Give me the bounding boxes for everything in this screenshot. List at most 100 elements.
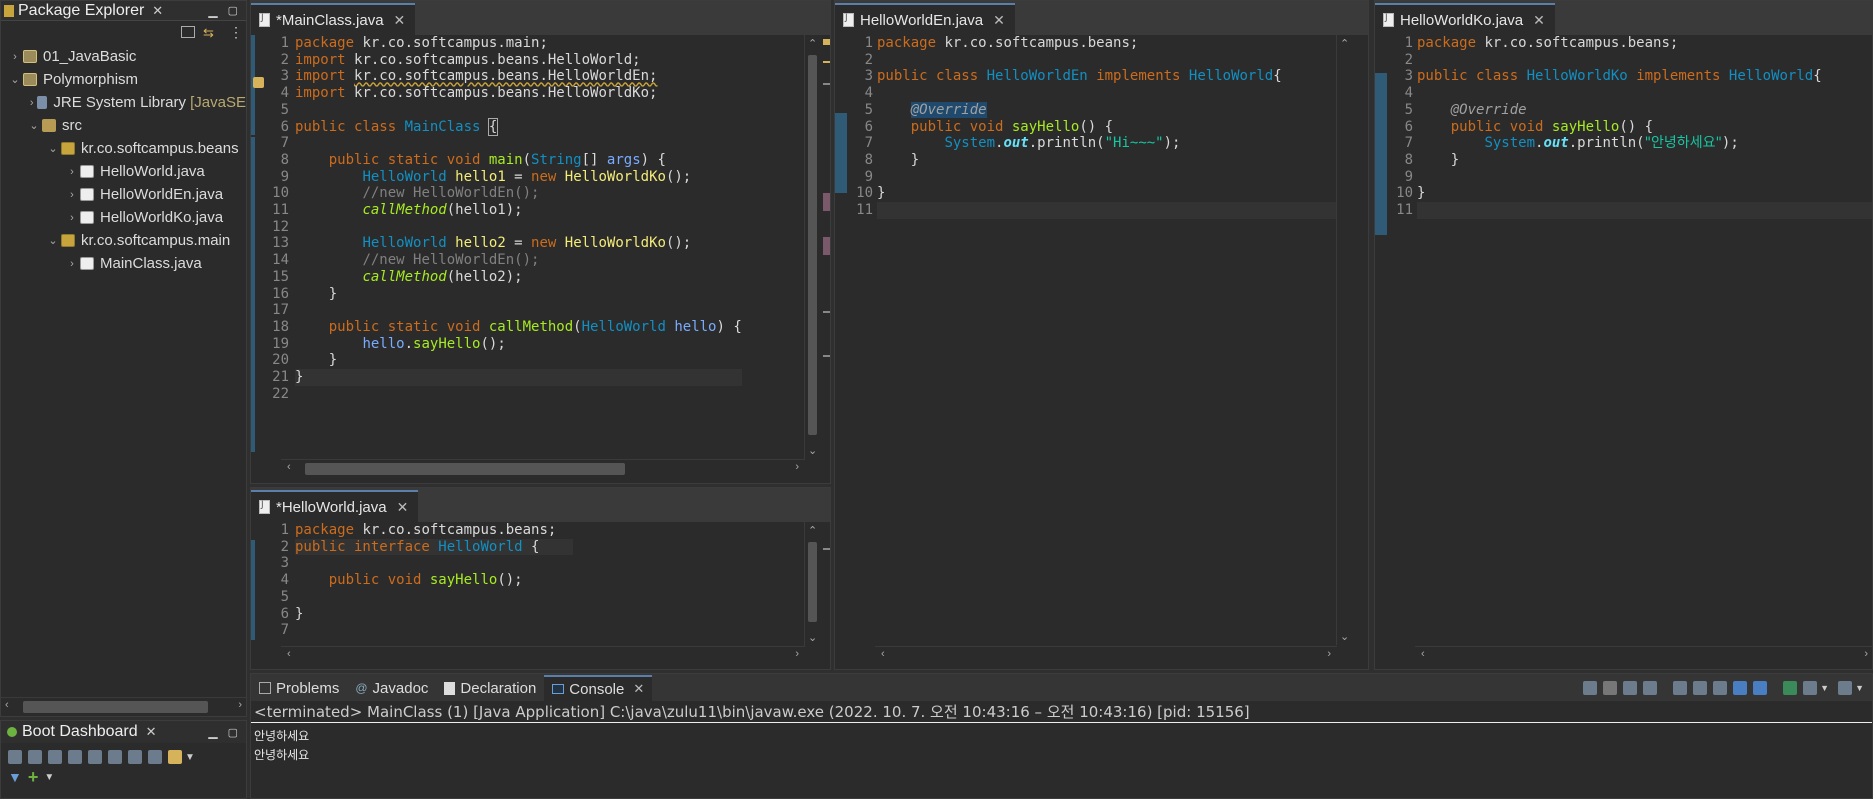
show-stderr-icon[interactable] [1753, 681, 1768, 695]
scroll-left-icon[interactable]: ‹ [5, 699, 9, 711]
scroll-right-icon[interactable]: › [1864, 648, 1868, 660]
tab-javadoc[interactable]: @ Javadoc [347, 675, 436, 701]
debug-icon[interactable] [68, 750, 82, 764]
chevron-down-icon[interactable]: ⌄ [45, 234, 61, 247]
tab-helloworlden[interactable]: HelloWorldEn.java ✕ [835, 3, 1015, 35]
tree-item-file[interactable]: › HelloWorldEn.java [1, 183, 246, 206]
scroll-right-icon[interactable]: › [795, 648, 799, 660]
code-area[interactable]: package kr.co.softcampus.main; import kr.… [295, 35, 742, 386]
editor-vscrollbar[interactable]: ⌃ ⌄ [1336, 35, 1352, 645]
view-menu-icon[interactable]: ⋮ [229, 24, 243, 41]
scroll-right-icon[interactable]: › [238, 699, 242, 711]
minimize-icon[interactable]: ▁ [208, 4, 217, 18]
console-icon[interactable] [88, 750, 102, 764]
dropdown-icon[interactable]: ▼ [1820, 683, 1829, 693]
restart-icon[interactable] [28, 750, 42, 764]
refresh-icon[interactable] [108, 750, 122, 764]
open-console-icon[interactable] [1803, 681, 1818, 695]
minimize-icon[interactable]: ▁ [208, 725, 217, 739]
chevron-right-icon[interactable]: › [64, 212, 80, 224]
close-icon[interactable]: ✕ [1533, 12, 1545, 29]
tab-mainclass[interactable]: *MainClass.java ✕ [251, 3, 416, 35]
explorer-hscrollbar[interactable]: ‹ › [1, 697, 246, 715]
code-area[interactable]: package kr.co.softcampus.beans; public in… [295, 522, 574, 622]
lightbulb-icon[interactable] [168, 750, 182, 764]
editor-hscrollbar[interactable]: ‹ › [281, 646, 805, 664]
close-icon[interactable]: ✕ [152, 3, 163, 19]
dropdown-icon[interactable]: ▼ [44, 772, 54, 783]
scroll-thumb[interactable] [808, 55, 817, 435]
close-icon[interactable]: ✕ [394, 12, 406, 29]
word-wrap-icon[interactable] [1713, 681, 1728, 695]
tree-item-project[interactable]: › 01_JavaBasic [1, 45, 246, 68]
pin-icon[interactable] [1583, 681, 1598, 695]
editor-hscrollbar[interactable]: ‹ › [875, 646, 1337, 664]
editor-vscrollbar[interactable]: ⌃ ⌄ [804, 35, 820, 459]
scroll-down-icon[interactable]: ⌄ [808, 631, 817, 644]
maximize-icon[interactable]: ▢ [228, 726, 238, 739]
chevron-down-icon[interactable]: ⌄ [45, 142, 61, 155]
chevron-down-icon[interactable]: ⌄ [7, 73, 23, 86]
scroll-down-icon[interactable]: ⌄ [1340, 630, 1349, 643]
scroll-right-icon[interactable]: › [795, 461, 799, 473]
tab-helloworld[interactable]: *HelloWorld.java ✕ [251, 490, 419, 522]
editor-vscrollbar[interactable]: ⌃ ⌄ [804, 522, 820, 646]
scroll-left-icon[interactable]: ‹ [881, 648, 885, 660]
scroll-thumb[interactable] [808, 542, 817, 622]
scroll-lock-icon[interactable] [1693, 681, 1708, 695]
collapse-all-icon[interactable] [181, 26, 195, 38]
start-icon[interactable] [8, 750, 22, 764]
editor-hscrollbar[interactable]: ‹ › [281, 459, 805, 477]
scroll-left-icon[interactable]: ‹ [1421, 648, 1425, 660]
close-icon[interactable]: ✕ [397, 499, 409, 516]
dropdown-icon[interactable]: ▼ [185, 752, 195, 763]
overview-ruler[interactable] [821, 35, 830, 452]
scroll-left-icon[interactable]: ‹ [287, 648, 291, 660]
chevron-right-icon[interactable]: › [26, 97, 37, 109]
terminate-icon[interactable] [1603, 681, 1618, 695]
tab-problems[interactable]: Problems [251, 675, 347, 701]
remove-launch-icon[interactable] [1623, 681, 1638, 695]
code-area[interactable]: package kr.co.softcampus.beans; public c… [1417, 35, 1872, 219]
tree-item-src[interactable]: ⌄ src [1, 114, 246, 137]
chevron-down-icon[interactable]: ⌄ [26, 119, 42, 132]
edit-icon[interactable] [128, 750, 142, 764]
add-icon[interactable]: + [28, 767, 39, 788]
remove-all-icon[interactable] [1643, 681, 1658, 695]
chevron-right-icon[interactable]: › [64, 189, 80, 201]
console-output[interactable]: 안녕하세요 안녕하세요 [251, 723, 1872, 769]
explorer-title[interactable]: Package Explorer [18, 2, 144, 20]
tree-item-package[interactable]: ⌄ kr.co.softcampus.main [1, 229, 246, 252]
scroll-up-icon[interactable]: ⌃ [808, 524, 817, 537]
new-console-icon[interactable] [1838, 681, 1853, 695]
tree-item-file[interactable]: › HelloWorldKo.java [1, 206, 246, 229]
tree-item-file[interactable]: › HelloWorld.java [1, 160, 246, 183]
code-area[interactable]: package kr.co.softcampus.beans; public c… [877, 35, 1347, 219]
clear-console-icon[interactable] [1673, 681, 1688, 695]
tab-console[interactable]: Console ✕ [544, 675, 653, 701]
link-editor-icon[interactable]: ⇆ [203, 25, 214, 41]
scroll-down-icon[interactable]: ⌄ [808, 444, 817, 457]
scroll-thumb[interactable] [23, 701, 208, 713]
dropdown-icon[interactable]: ▼ [1855, 683, 1864, 693]
show-stdout-icon[interactable] [1733, 681, 1748, 695]
close-icon[interactable]: ✕ [633, 681, 644, 697]
scroll-up-icon[interactable]: ⌃ [808, 37, 817, 50]
tree-item-project[interactable]: ⌄ Polymorphism [1, 68, 246, 91]
scroll-right-icon[interactable]: › [1327, 648, 1331, 660]
stop-icon[interactable] [48, 750, 62, 764]
scroll-up-icon[interactable]: ⌃ [1340, 37, 1349, 50]
chevron-right-icon[interactable]: › [7, 51, 23, 63]
browser-icon[interactable] [148, 750, 162, 764]
chevron-right-icon[interactable]: › [64, 166, 80, 178]
scroll-thumb[interactable] [305, 463, 625, 475]
tree-item-file[interactable]: › MainClass.java [1, 252, 246, 275]
tree-item-package[interactable]: ⌄ kr.co.softcampus.beans [1, 137, 246, 160]
close-icon[interactable]: ✕ [146, 724, 157, 740]
tab-declaration[interactable]: Declaration [436, 675, 544, 701]
overview-ruler[interactable] [821, 522, 830, 637]
close-icon[interactable]: ✕ [993, 12, 1005, 29]
tree-item-library[interactable]: › JRE System Library [JavaSE [1, 91, 246, 114]
chevron-right-icon[interactable]: › [64, 258, 80, 270]
filter-icon[interactable]: ▼ [8, 769, 22, 785]
